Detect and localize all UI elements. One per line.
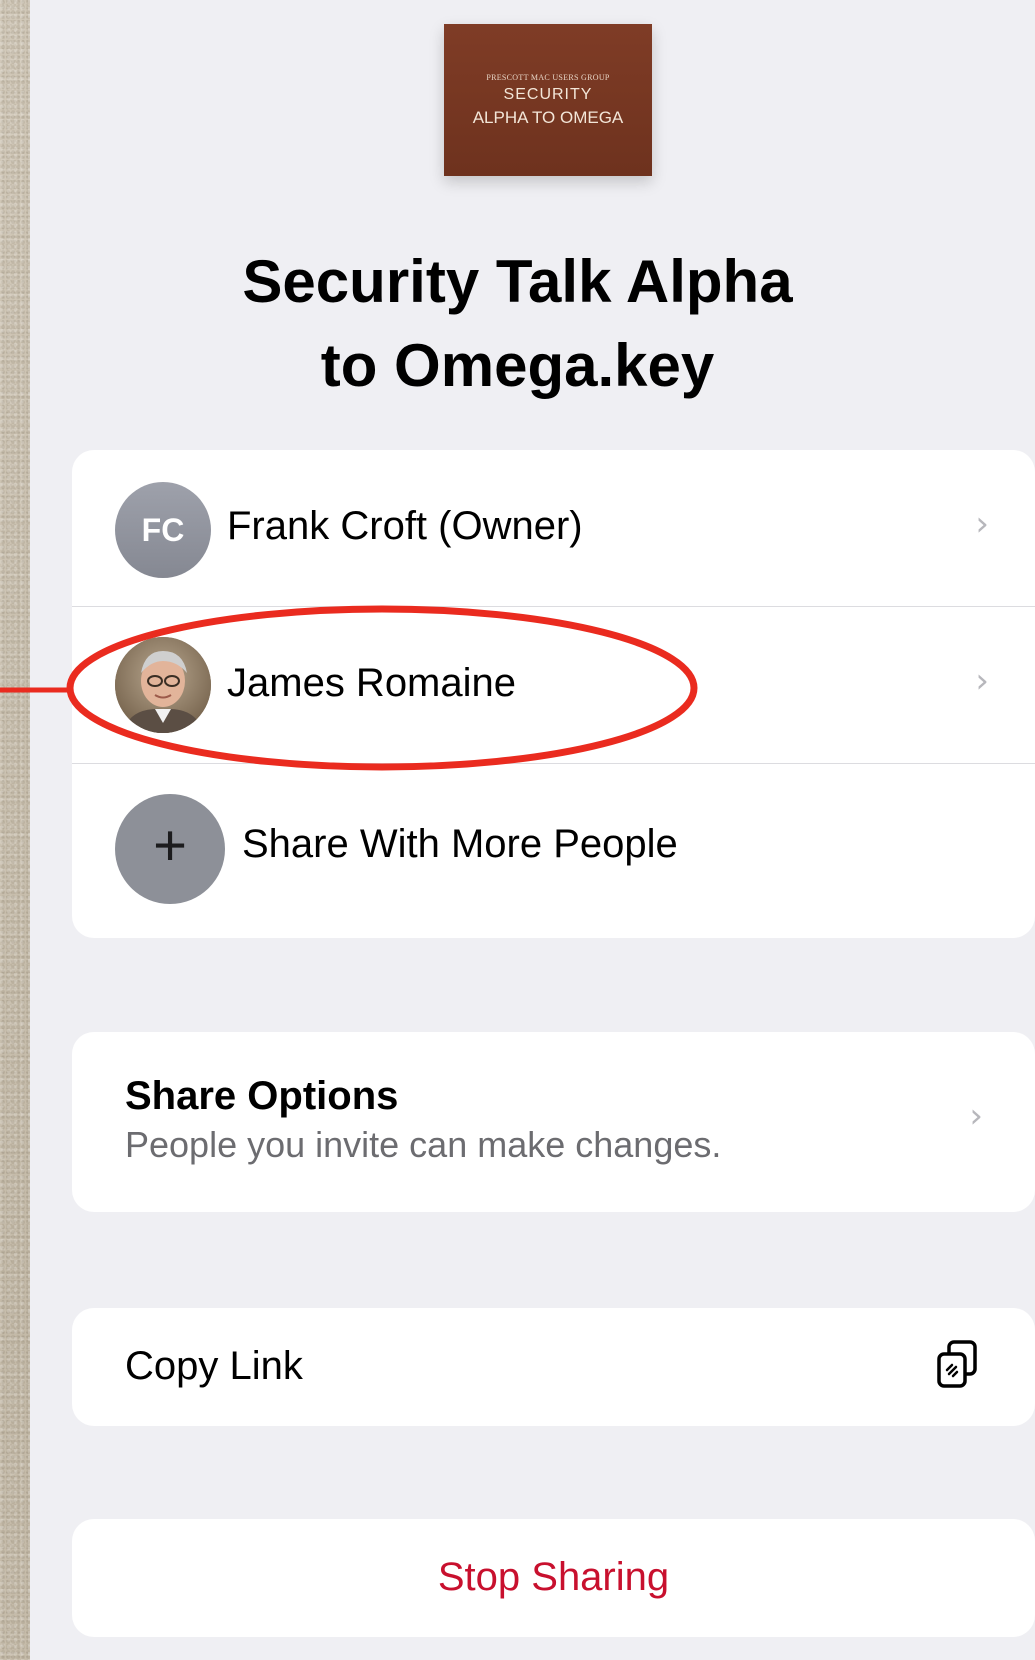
document-title: Security Talk Alpha to Omega.key bbox=[0, 240, 1035, 408]
avatar: FC bbox=[115, 482, 211, 578]
document-title-line-1: Security Talk Alpha bbox=[242, 248, 793, 315]
copy-link-icon bbox=[937, 1340, 977, 1388]
share-options-title: Share Options bbox=[125, 1074, 399, 1118]
participants-list: FC Frank Croft (Owner) › James Romaine ›… bbox=[72, 450, 1035, 938]
chevron-right-icon: › bbox=[975, 661, 989, 701]
stop-sharing-label: Stop Sharing bbox=[437, 1555, 670, 1599]
document-thumbnail: PRESCOTT MAC USERS GROUP SECURITY ALPHA … bbox=[444, 24, 652, 176]
participant-name: James Romaine bbox=[227, 661, 517, 705]
share-with-more-people-label: Share With More People bbox=[242, 822, 678, 866]
chevron-right-icon: › bbox=[969, 1096, 983, 1136]
stop-sharing-button[interactable]: Stop Sharing bbox=[72, 1519, 1035, 1637]
share-options-subtitle: People you invite can make changes. bbox=[125, 1124, 722, 1165]
thumbnail-title: SECURITY bbox=[503, 85, 593, 103]
participant-row-owner[interactable]: FC Frank Croft (Owner) › bbox=[72, 450, 1035, 606]
copy-link-label: Copy Link bbox=[125, 1344, 303, 1388]
document-title-line-2: to Omega.key bbox=[320, 332, 715, 399]
thumbnail-group-name: PRESCOTT MAC USERS GROUP bbox=[486, 72, 610, 82]
participant-name: Frank Croft (Owner) bbox=[227, 504, 583, 548]
plus-icon: + bbox=[153, 813, 187, 878]
thumbnail-subtitle: ALPHA TO OMEGA bbox=[472, 107, 624, 127]
share-with-more-people-button[interactable]: + Share With More People bbox=[72, 764, 1035, 938]
avatar-photo-icon bbox=[115, 637, 211, 733]
share-options-button[interactable]: Share Options People you invite can make… bbox=[72, 1032, 1035, 1212]
share-sheet: PRESCOTT MAC USERS GROUP SECURITY ALPHA … bbox=[30, 0, 1035, 1660]
avatar bbox=[115, 637, 211, 733]
add-avatar: + bbox=[115, 794, 225, 904]
copy-link-button[interactable]: Copy Link bbox=[72, 1308, 1035, 1426]
participant-row[interactable]: James Romaine › bbox=[72, 607, 1035, 763]
chevron-right-icon: › bbox=[975, 504, 989, 544]
